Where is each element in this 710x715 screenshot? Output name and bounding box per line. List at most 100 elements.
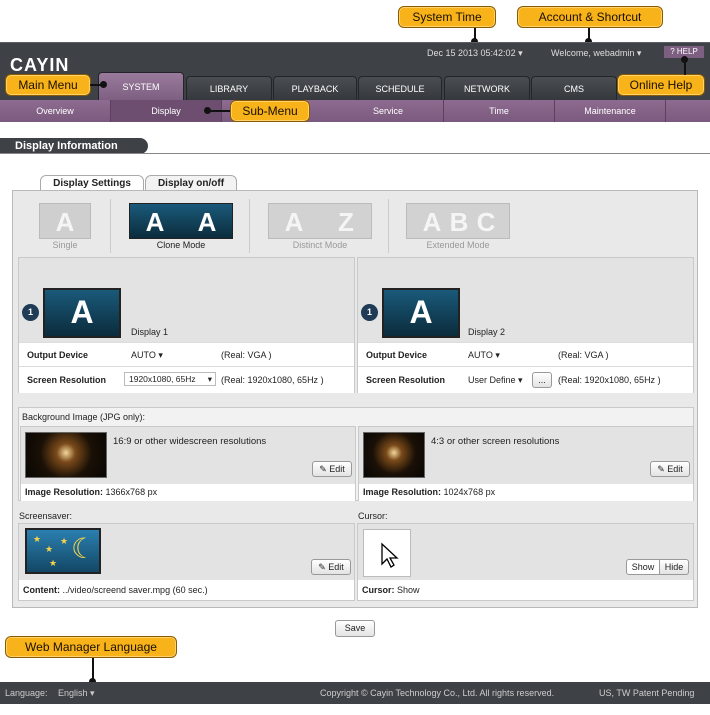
tab-network[interactable]: NETWORK — [444, 76, 530, 100]
submenu-overview[interactable]: Overview — [0, 100, 111, 122]
cursor-value: Show — [397, 585, 420, 595]
background-image-title: Background Image (JPG only): — [22, 412, 146, 422]
letter-a: A — [145, 207, 165, 237]
output-device-value: AUTO — [468, 350, 493, 360]
edit-button[interactable]: ✎ Edit — [311, 559, 351, 575]
display-settings-panel: A Single A A Clone Mode A Z Distinct Mod… — [12, 190, 698, 608]
screensaver-title: Screensaver: — [19, 511, 73, 521]
star-icon: ★ — [33, 534, 42, 544]
copyright: Copyright © Cayin Technology Co., Ltd. A… — [320, 688, 555, 698]
background-image-section: Background Image (JPG only): 16:9 or oth… — [18, 407, 694, 501]
letter-b: B — [449, 207, 469, 237]
tab-display-settings[interactable]: Display Settings — [40, 175, 144, 191]
moon-icon: ☾ — [71, 533, 97, 564]
background-std-desc: 4:3 or other screen resolutions — [431, 436, 560, 447]
distinct-mode-icon[interactable]: A Z — [268, 203, 372, 239]
chevron-down-icon: ▾ — [518, 375, 523, 385]
image-res-label: Image Resolution: — [363, 487, 442, 497]
callout-sub-menu: Sub-Menu — [230, 100, 310, 122]
output-device-select[interactable]: AUTO ▾ — [131, 350, 163, 361]
callout-web-manager-language: Web Manager Language — [5, 636, 177, 658]
callout-account-shortcut: Account & Shortcut — [517, 6, 663, 28]
cursor-title: Cursor: — [358, 511, 388, 521]
chevron-down-icon: ▾ — [90, 688, 95, 698]
mode-divider — [388, 199, 389, 253]
cursor-label: Cursor: — [362, 585, 395, 595]
letter-a: A — [409, 294, 433, 330]
language-select[interactable]: English ▾ — [58, 682, 95, 704]
pencil-icon: ✎ — [318, 562, 326, 572]
submenu-maintenance[interactable]: Maintenance — [555, 100, 666, 122]
submenu-service[interactable]: Service — [333, 100, 444, 122]
star-icon: ★ — [49, 558, 58, 568]
resolution-real: (Real: 1920x1080, 65Hz ) — [558, 375, 661, 385]
callout-dot — [204, 107, 211, 114]
resolution-more-button[interactable]: ... — [532, 372, 552, 388]
monitor-icon: A — [382, 288, 460, 338]
page-title: Display Information — [0, 138, 148, 154]
chevron-down-icon: ▾ — [207, 374, 212, 384]
letter-a: A — [55, 207, 75, 237]
letter-a: A — [422, 207, 442, 237]
letter-a: A — [197, 207, 217, 237]
top-bar: CAYIN Dec 15 2013 05:42:02 ▾ Welcome, we… — [0, 42, 710, 75]
cursor-arrow-icon — [381, 542, 399, 568]
extended-mode-label: Extended Mode — [426, 240, 490, 250]
callout-dot — [100, 81, 107, 88]
mode-divider — [249, 199, 250, 253]
callout-main-menu: Main Menu — [5, 74, 91, 96]
background-wide-res: Image Resolution: 1366x768 px — [21, 484, 355, 501]
star-icon: ★ — [45, 544, 54, 554]
language-label: Language: — [5, 688, 48, 698]
edit-label: Edit — [667, 464, 683, 474]
help-icon: ? — [670, 47, 675, 56]
cursor-card: Show Hide Cursor: Show — [357, 523, 694, 601]
account-menu[interactable]: Welcome, webadmin ▾ — [551, 48, 641, 59]
tab-system[interactable]: SYSTEM — [98, 72, 184, 100]
star-icon: ★ — [60, 536, 69, 546]
submenu-time[interactable]: Time — [444, 100, 555, 122]
tab-library[interactable]: LIBRARY — [186, 76, 272, 100]
edit-button[interactable]: ✎ Edit — [650, 461, 690, 477]
system-datetime[interactable]: Dec 15 2013 05:42:02 ▾ — [427, 48, 523, 59]
tab-cms[interactable]: CMS — [531, 76, 617, 100]
pencil-icon: ✎ — [657, 464, 665, 474]
background-std-card: 4:3 or other screen resolutions ✎ Edit I… — [358, 426, 694, 501]
clone-mode-icon[interactable]: A A — [129, 203, 233, 239]
single-mode-label: Single — [52, 240, 78, 250]
output-device-label: Output Device — [27, 350, 89, 360]
output-device-select[interactable]: AUTO ▾ — [468, 350, 500, 361]
resolution-label: Screen Resolution — [366, 375, 446, 385]
cursor-preview — [363, 529, 411, 577]
divider — [0, 153, 710, 154]
cursor-show-button[interactable]: Show — [626, 559, 660, 575]
resolution-select[interactable]: 1920x1080, 65Hz ▾ — [124, 372, 216, 386]
cursor-hide-button[interactable]: Hide — [659, 559, 689, 575]
tab-playback[interactable]: PLAYBACK — [273, 76, 357, 100]
display-1-card: 1 A Display 1 Output Device AUTO ▾ (Real… — [18, 257, 355, 393]
edit-label: Edit — [328, 562, 344, 572]
letter-z: Z — [338, 207, 354, 237]
pencil-icon: ✎ — [319, 464, 327, 474]
clone-mode-label: Clone Mode — [156, 240, 206, 250]
language-value: English — [58, 688, 88, 698]
output-device-real: (Real: VGA ) — [558, 350, 609, 360]
resolution-label: Screen Resolution — [27, 375, 107, 385]
single-mode-icon[interactable]: A — [39, 203, 91, 239]
welcome-text: Welcome, webadmin — [551, 48, 635, 58]
extended-mode-icon[interactable]: A B C — [406, 203, 510, 239]
letter-a: A — [284, 207, 304, 237]
callout-system-time: System Time — [398, 6, 496, 28]
output-device-value: AUTO — [131, 350, 156, 360]
mode-divider — [110, 199, 111, 253]
background-wide-card: 16:9 or other widescreen resolutions ✎ E… — [20, 426, 356, 501]
resolution-select[interactable]: User Define ▾ — [468, 375, 523, 386]
save-button[interactable]: Save — [335, 620, 375, 637]
image-res-label: Image Resolution: — [25, 487, 104, 497]
chevron-down-icon: ▾ — [518, 48, 523, 58]
screensaver-content: Content: ../video/screend saver.mpg (60 … — [19, 580, 354, 600]
edit-button[interactable]: ✎ Edit — [312, 461, 352, 477]
tab-display-onoff[interactable]: Display on/off — [145, 175, 237, 191]
tab-schedule[interactable]: SCHEDULE — [358, 76, 442, 100]
help-label: HELP — [676, 47, 698, 56]
